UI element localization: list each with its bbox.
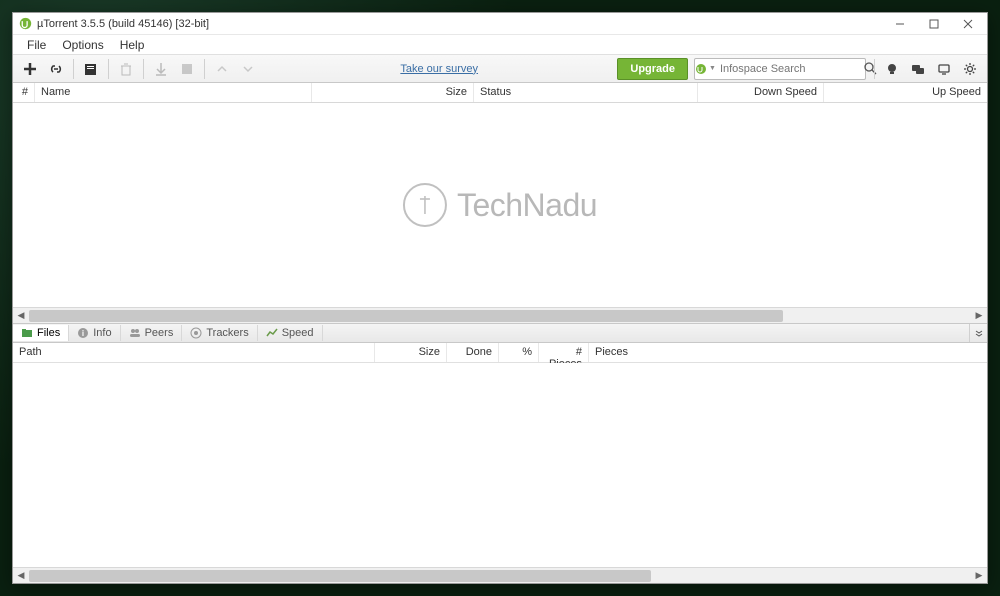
scroll-track[interactable] [29,569,971,583]
titlebar[interactable]: µTorrent 3.5.5 (build 45146) [32-bit] [13,13,987,35]
search-input[interactable] [718,63,864,75]
col-num[interactable]: # [13,83,35,102]
toolbar-separator [108,59,109,79]
toolbar-separator [204,59,205,79]
scroll-right-icon[interactable]: ▶ [971,308,987,324]
tab-peers[interactable]: Peers [121,325,183,341]
col-status[interactable]: Status [474,83,698,102]
add-torrent-button[interactable] [18,57,42,81]
settings-icon[interactable] [958,57,982,81]
toolbar-separator [143,59,144,79]
search-provider-icon[interactable] [695,63,707,75]
scroll-thumb[interactable] [29,310,783,322]
toolbar-separator [874,59,875,79]
torrent-list-header[interactable]: # Name Size Status Down Speed Up Speed [13,83,987,103]
menu-help[interactable]: Help [114,37,151,53]
search-box[interactable]: ▼ [694,58,866,80]
move-up-button[interactable] [210,57,234,81]
menu-file[interactable]: File [21,37,52,53]
start-button[interactable] [149,57,173,81]
scroll-right-icon[interactable]: ▶ [971,568,987,584]
col-pieces[interactable]: Pieces [589,343,987,362]
col-name[interactable]: Name [35,83,312,102]
svg-text:i: i [82,329,84,338]
move-down-button[interactable] [236,57,260,81]
tab-info[interactable]: iInfo [69,325,120,341]
col-num-pieces[interactable]: # Pieces [539,343,589,362]
scroll-track[interactable] [29,309,971,323]
peers-icon [129,327,141,339]
col-file-size[interactable]: Size [375,343,447,362]
col-size[interactable]: Size [312,83,474,102]
file-list-header[interactable]: Path Size Done % # Pieces Pieces [13,343,987,363]
add-url-button[interactable] [44,57,68,81]
upgrade-button[interactable]: Upgrade [617,58,688,80]
survey-link[interactable]: Take our survey [400,63,478,75]
maximize-button[interactable] [917,14,951,34]
tab-speed[interactable]: Speed [258,325,323,341]
toolbar-separator [73,59,74,79]
remote-icon[interactable] [932,57,956,81]
trackers-icon [190,327,202,339]
torrent-scrollbar[interactable]: ◀ ▶ [13,307,987,323]
create-torrent-button[interactable] [79,57,103,81]
detail-tabs: Files iInfo Peers Trackers Speed [13,323,987,343]
watermark: TechNadu [403,183,597,227]
tab-collapse-icon[interactable] [969,324,987,342]
menubar: File Options Help [13,35,987,55]
torrent-list[interactable]: TechNadu [13,103,987,307]
app-window: µTorrent 3.5.5 (build 45146) [32-bit] Fi… [12,12,988,584]
close-button[interactable] [951,14,985,34]
col-path[interactable]: Path [13,343,375,362]
tab-trackers[interactable]: Trackers [182,325,257,341]
file-scrollbar[interactable]: ◀ ▶ [13,567,987,583]
menu-options[interactable]: Options [56,37,109,53]
scroll-left-icon[interactable]: ◀ [13,308,29,324]
scroll-left-icon[interactable]: ◀ [13,568,29,584]
col-down-speed[interactable]: Down Speed [698,83,824,102]
window-title: µTorrent 3.5.5 (build 45146) [32-bit] [37,18,209,30]
col-percent[interactable]: % [499,343,539,362]
speed-icon [266,327,278,339]
file-list[interactable] [13,363,987,567]
info-icon: i [77,327,89,339]
tab-files[interactable]: Files [13,325,69,341]
minimize-button[interactable] [883,14,917,34]
chat-icon[interactable] [906,57,930,81]
toolbar: Take our survey Upgrade ▼ [13,55,987,83]
remove-button[interactable] [114,57,138,81]
folder-icon [21,327,33,339]
lightbulb-icon[interactable] [880,57,904,81]
col-done[interactable]: Done [447,343,499,362]
utorrent-icon [19,17,32,30]
scroll-thumb[interactable] [29,570,651,582]
col-up-speed[interactable]: Up Speed [824,83,987,102]
stop-button[interactable] [175,57,199,81]
search-dropdown-icon[interactable]: ▼ [707,65,718,72]
